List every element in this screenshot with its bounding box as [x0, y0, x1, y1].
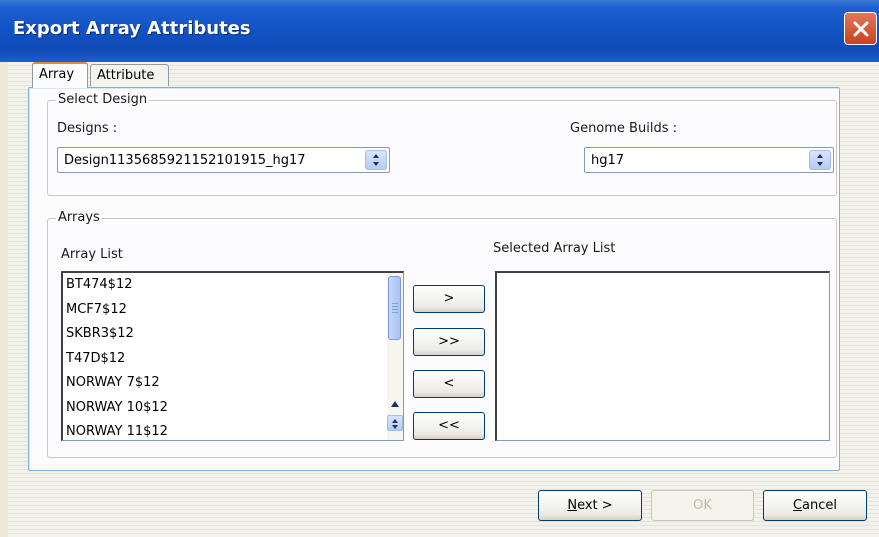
remove-all-arrays-button[interactable]: << [413, 412, 485, 440]
array-list-scrollbar[interactable] [387, 273, 403, 440]
scroll-up-icon [391, 401, 399, 407]
title-bar[interactable]: Export Array Attributes [0, 0, 879, 62]
remove-array-button[interactable]: < [413, 370, 485, 398]
add-array-button[interactable]: > [413, 285, 485, 313]
cancel-button[interactable]: Cancel [763, 490, 867, 521]
list-item[interactable]: T47D$12 [63, 347, 403, 372]
next-button-label: ext > [577, 498, 613, 513]
list-item[interactable]: BT474$12 [63, 273, 403, 298]
tab-array-label: Array [39, 67, 75, 82]
scroll-thumb[interactable] [388, 276, 401, 340]
list-item[interactable]: NORWAY 7$12 [63, 371, 403, 396]
designs-label: Designs : [57, 121, 118, 136]
selected-array-list-label: Selected Array List [493, 241, 616, 256]
selected-array-listbox[interactable] [495, 271, 830, 441]
array-list-items: BT474$12 MCF7$12 SKBR3$12 T47D$12 NORWAY… [63, 273, 403, 445]
tab-attribute-label: Attribute [97, 68, 155, 83]
arrays-group-title: Arrays [56, 210, 102, 225]
close-icon [853, 21, 869, 37]
designs-dropdown-button[interactable] [365, 150, 387, 170]
up-down-arrow-icon [373, 154, 379, 166]
genome-builds-dropdown-button[interactable] [809, 150, 831, 170]
select-design-group-title: Select Design [56, 92, 150, 107]
scroll-down-button[interactable] [387, 415, 403, 431]
genome-builds-select[interactable]: hg17 [584, 147, 834, 173]
list-item[interactable]: SKBR3$12 [63, 322, 403, 347]
designs-select[interactable]: Design1135685921152101915_hg17 [57, 147, 390, 173]
next-button[interactable]: Next > [538, 490, 642, 521]
add-all-arrays-button[interactable]: >> [413, 328, 485, 356]
cancel-button-label: ancel [802, 498, 838, 513]
list-item[interactable]: NORWAY 11$12 [63, 420, 403, 445]
cancel-button-mnemonic: C [792, 498, 803, 513]
next-button-mnemonic: N [567, 498, 578, 513]
ok-button[interactable]: OK [651, 490, 754, 521]
tab-array[interactable]: Array [32, 62, 88, 88]
scroll-up-button[interactable] [387, 397, 403, 413]
list-item[interactable]: MCF7$12 [63, 298, 403, 323]
close-button[interactable] [844, 12, 877, 45]
window-title: Export Array Attributes [13, 18, 251, 39]
array-tab-panel: Select Design Designs : Design1135685921… [28, 87, 840, 471]
list-item[interactable]: NORWAY 10$12 [63, 396, 403, 421]
tab-attribute[interactable]: Attribute [90, 64, 169, 86]
array-listbox[interactable]: BT474$12 MCF7$12 SKBR3$12 T47D$12 NORWAY… [61, 271, 404, 441]
up-down-arrow-icon [817, 154, 823, 166]
export-array-attributes-dialog: Export Array Attributes Array Attribute … [0, 0, 879, 537]
genome-builds-select-value: hg17 [591, 153, 625, 168]
genome-builds-label: Genome Builds : [570, 121, 677, 136]
array-list-label: Array List [61, 247, 123, 262]
scroll-down-icon [392, 419, 398, 429]
designs-select-value: Design1135685921152101915_hg17 [64, 153, 306, 168]
